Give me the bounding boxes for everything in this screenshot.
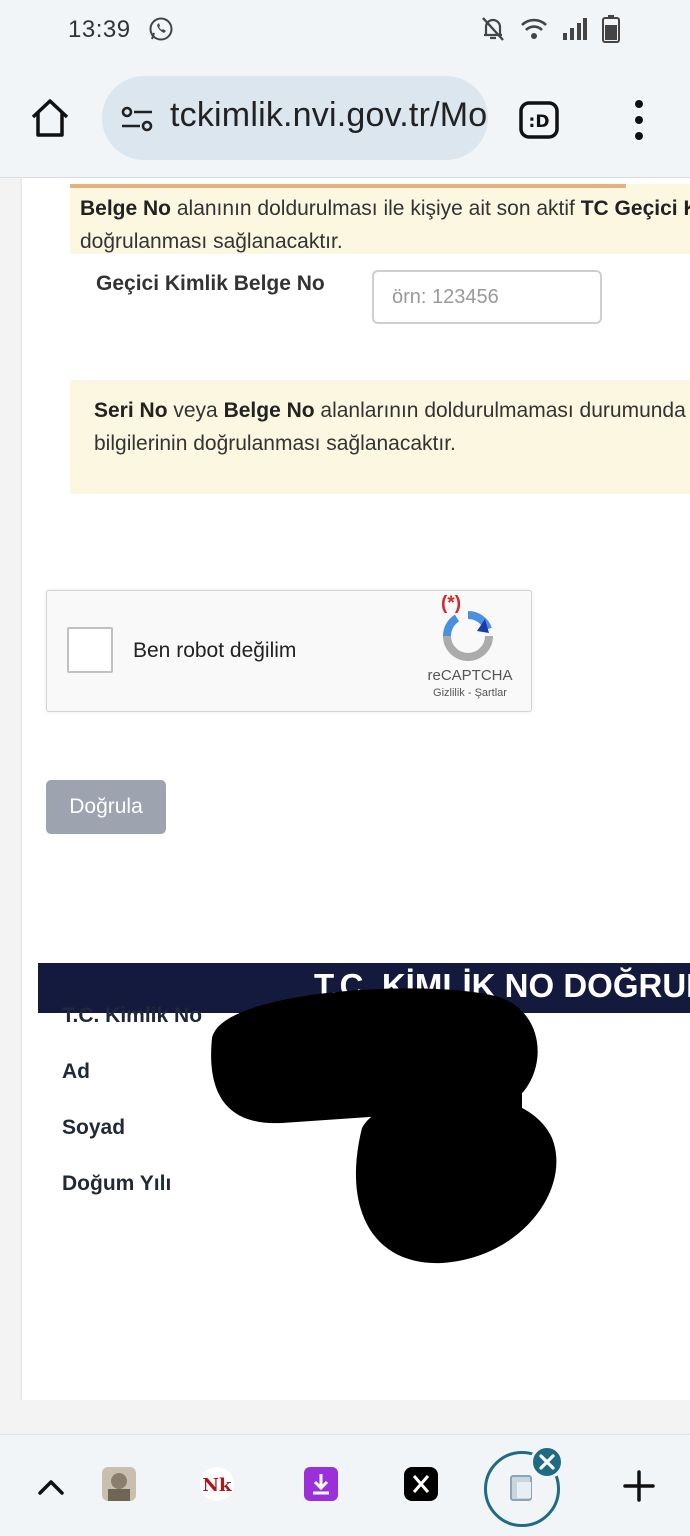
notice-text: alanlarının doldurulmaması durumunda [314,399,686,422]
wifi-icon [521,18,547,39]
recaptcha-links[interactable]: Gizlilik - Şartlar [423,687,517,699]
notice-text: bilgilerinin doğrulanması sağlanacaktır. [94,432,456,455]
recaptcha-logo-icon [442,610,493,661]
result-row-name-label: Ad [62,1060,90,1083]
notice-top-text: Belge No alanının doldurulması ile kişiy… [80,192,690,258]
temp-id-input[interactable] [372,270,602,324]
info-notice-middle: Seri No veya Belge No alanlarının doldur… [70,380,690,494]
recaptcha-checkbox[interactable] [67,627,113,673]
notice-text: alanının doldurulması ile kişiye ait son… [171,197,581,220]
whatsapp-icon [149,17,173,41]
content-card: Belge No alanının doldurulması ile kişiy… [22,178,690,1400]
web-page: Belge No alanının doldurulması ile kişiy… [0,178,690,1434]
download-icon[interactable] [304,1467,338,1501]
notice-text: veya [167,399,224,422]
tab-strip: Nk [0,1434,690,1536]
url-text[interactable]: tckimlik.nvi.gov.tr/Modul/KisiKimlikDogr… [170,96,488,135]
required-mark: (*) [441,593,462,614]
redaction-scribble [211,988,557,1264]
page-footer-gap [0,1400,690,1434]
notice-bold: Seri No [94,399,168,422]
verify-button[interactable]: Doğrula [46,780,166,834]
site-settings-icon[interactable] [120,104,154,134]
result-row-surname-label: Soyad [62,1116,126,1139]
notice-text: doğrulanması sağlanacaktır. [80,230,343,253]
recaptcha-brand: reCAPTCHA [427,667,513,684]
status-icons [480,14,620,44]
temp-id-label: Geçici Kimlik Belge No [96,272,325,295]
tab-thumbnail-icon[interactable] [102,1467,136,1501]
svg-text::D: :D [529,112,550,132]
result-row-tc-label: T.C. Kimlik No [62,1004,203,1027]
status-time: 13:39 [68,16,131,43]
notice-bold: Belge No [223,399,315,422]
recaptcha-label: Ben robot değilim [133,639,297,662]
plus-icon[interactable] [622,1469,656,1503]
recaptcha-widget: Ben robot değilim (*) reCAPTCHA Gizlilik… [46,590,532,712]
address-bar[interactable]: tckimlik.nvi.gov.tr/Modul/KisiKimlikDogr… [102,76,488,160]
chevron-up-icon[interactable] [34,1471,68,1505]
browser-toolbar: tckimlik.nvi.gov.tr/Modul/KisiKimlikDogr… [0,62,690,178]
more-menu-icon[interactable] [626,98,652,142]
notice-bold: Belge No [80,197,172,220]
result-row-birthyear-label: Doğum Yılı [62,1172,172,1195]
mute-bell-icon [482,17,504,41]
nk-icon[interactable]: Nk [200,1467,234,1501]
svg-text:Nk: Nk [203,1475,232,1496]
close-icon[interactable] [530,1445,564,1479]
x-icon[interactable] [404,1467,438,1501]
home-icon[interactable] [28,96,72,140]
divider [70,184,626,188]
battery-icon [602,15,620,43]
signal-icon [563,18,587,40]
notice-bold: TC Geçici Kimlik Belgesi [580,197,690,220]
extension-icon[interactable]: :D [518,100,560,140]
status-bar: 13:39 [0,0,690,62]
info-notice-top: Belge No alanının doldurulması ile kişiy… [70,184,690,254]
notice-mid-text: Seri No veya Belge No alanlarının doldur… [94,394,686,460]
